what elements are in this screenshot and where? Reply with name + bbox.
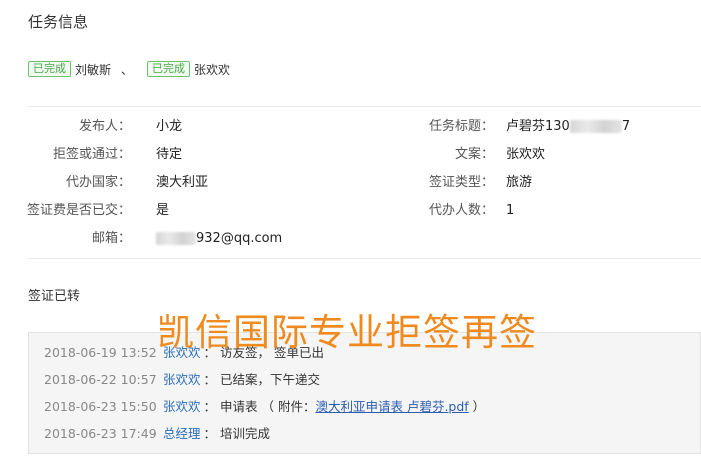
info-row: 发布人： 小龙 任务标题： 卢碧芬130 7: [0, 117, 701, 137]
info-row: 签证费是否已交： 是 代办人数： 1: [0, 201, 701, 221]
country-label: 代办国家：: [65, 175, 131, 190]
email-suffix: 932@qq.com: [196, 231, 283, 246]
log-text-after: ）: [468, 399, 486, 414]
watermark-text: 凯信国际专业拒签再签: [157, 311, 537, 354]
fee-paid-label: 签证费是否已交：: [27, 203, 132, 218]
email-value: 932@qq.com: [156, 229, 282, 249]
publisher-label: 发布人：: [78, 119, 131, 134]
log-entry: 2018-06-23 15:50 张欢欢：申请表 （ 附件：澳大利亚申请表 卢碧芬…: [44, 397, 485, 417]
log-time: 2018-06-23 17:49: [44, 426, 157, 441]
log-separator: ：: [203, 426, 217, 441]
redacted-mask: [569, 120, 622, 133]
divider: [28, 106, 701, 107]
task-title-label: 任务标题：: [428, 119, 494, 134]
visa-type-value: 旅游: [506, 175, 533, 190]
country-value: 澳大利亚: [156, 175, 209, 190]
log-user-link[interactable]: 张欢欢: [163, 399, 201, 414]
page-title: 任务信息: [28, 13, 89, 31]
assignee-item: 已完成 张欢欢: [147, 61, 230, 78]
divider: [28, 258, 701, 259]
rejected-or-passed-label: 拒签或通过：: [52, 147, 131, 162]
info-row: 拒签或通过： 待定 文案： 张欢欢: [0, 145, 701, 165]
log-time: 2018-06-22 10:57: [44, 372, 157, 387]
status-badge: 已完成: [28, 61, 71, 77]
log-text: 申请表 （ 附件：: [220, 399, 316, 414]
log-user-link[interactable]: 张欢欢: [163, 372, 201, 387]
log-separator: ：: [203, 372, 217, 387]
assignee-separator: 、: [121, 62, 134, 77]
log-time: 2018-06-23 15:50: [44, 399, 157, 414]
info-row: 代办国家： 澳大利亚 签证类型： 旅游: [0, 173, 701, 193]
log-time: 2018-06-19 13:52: [44, 345, 157, 360]
copywriter-label: 文案：: [454, 147, 494, 162]
section-title: 签证已转: [28, 289, 81, 304]
publisher-value: 小龙: [156, 119, 183, 134]
assignee-name: 张欢欢: [194, 62, 231, 77]
attachment-link[interactable]: 澳大利亚申请表 卢碧芬.pdf: [315, 399, 468, 414]
rejected-or-passed-value: 待定: [156, 147, 183, 162]
agent-count-value: 1: [506, 203, 515, 218]
info-row: 邮箱： 932@qq.com: [0, 229, 701, 249]
task-title-value: 卢碧芬130 7: [506, 117, 630, 137]
task-title-prefix: 卢碧芬130: [506, 119, 570, 134]
log-user-link[interactable]: 总经理: [163, 426, 201, 441]
task-title-suffix: 7: [621, 119, 631, 134]
fee-paid-value: 是: [156, 203, 170, 218]
visa-type-label: 签证类型：: [428, 175, 494, 190]
assignee-name: 刘敏斯: [75, 62, 112, 77]
log-entry: 2018-06-23 17:49 总经理：培训完成: [44, 424, 270, 444]
email-label: 邮箱：: [91, 231, 131, 246]
log-text: 已结案，下午递交: [220, 372, 321, 387]
log-entry: 2018-06-22 10:57 张欢欢：已结案，下午递交: [44, 370, 320, 390]
log-separator: ：: [203, 399, 217, 414]
copywriter-value: 张欢欢: [506, 147, 546, 162]
assignee-item: 已完成 刘敏斯: [28, 61, 111, 78]
status-badge: 已完成: [147, 61, 191, 77]
log-text: 培训完成: [220, 426, 271, 441]
redacted-mask: [156, 232, 196, 245]
agent-count-label: 代办人数：: [428, 203, 494, 218]
assignee-list: 已完成 刘敏斯 、 已完成 张欢欢: [28, 60, 230, 78]
